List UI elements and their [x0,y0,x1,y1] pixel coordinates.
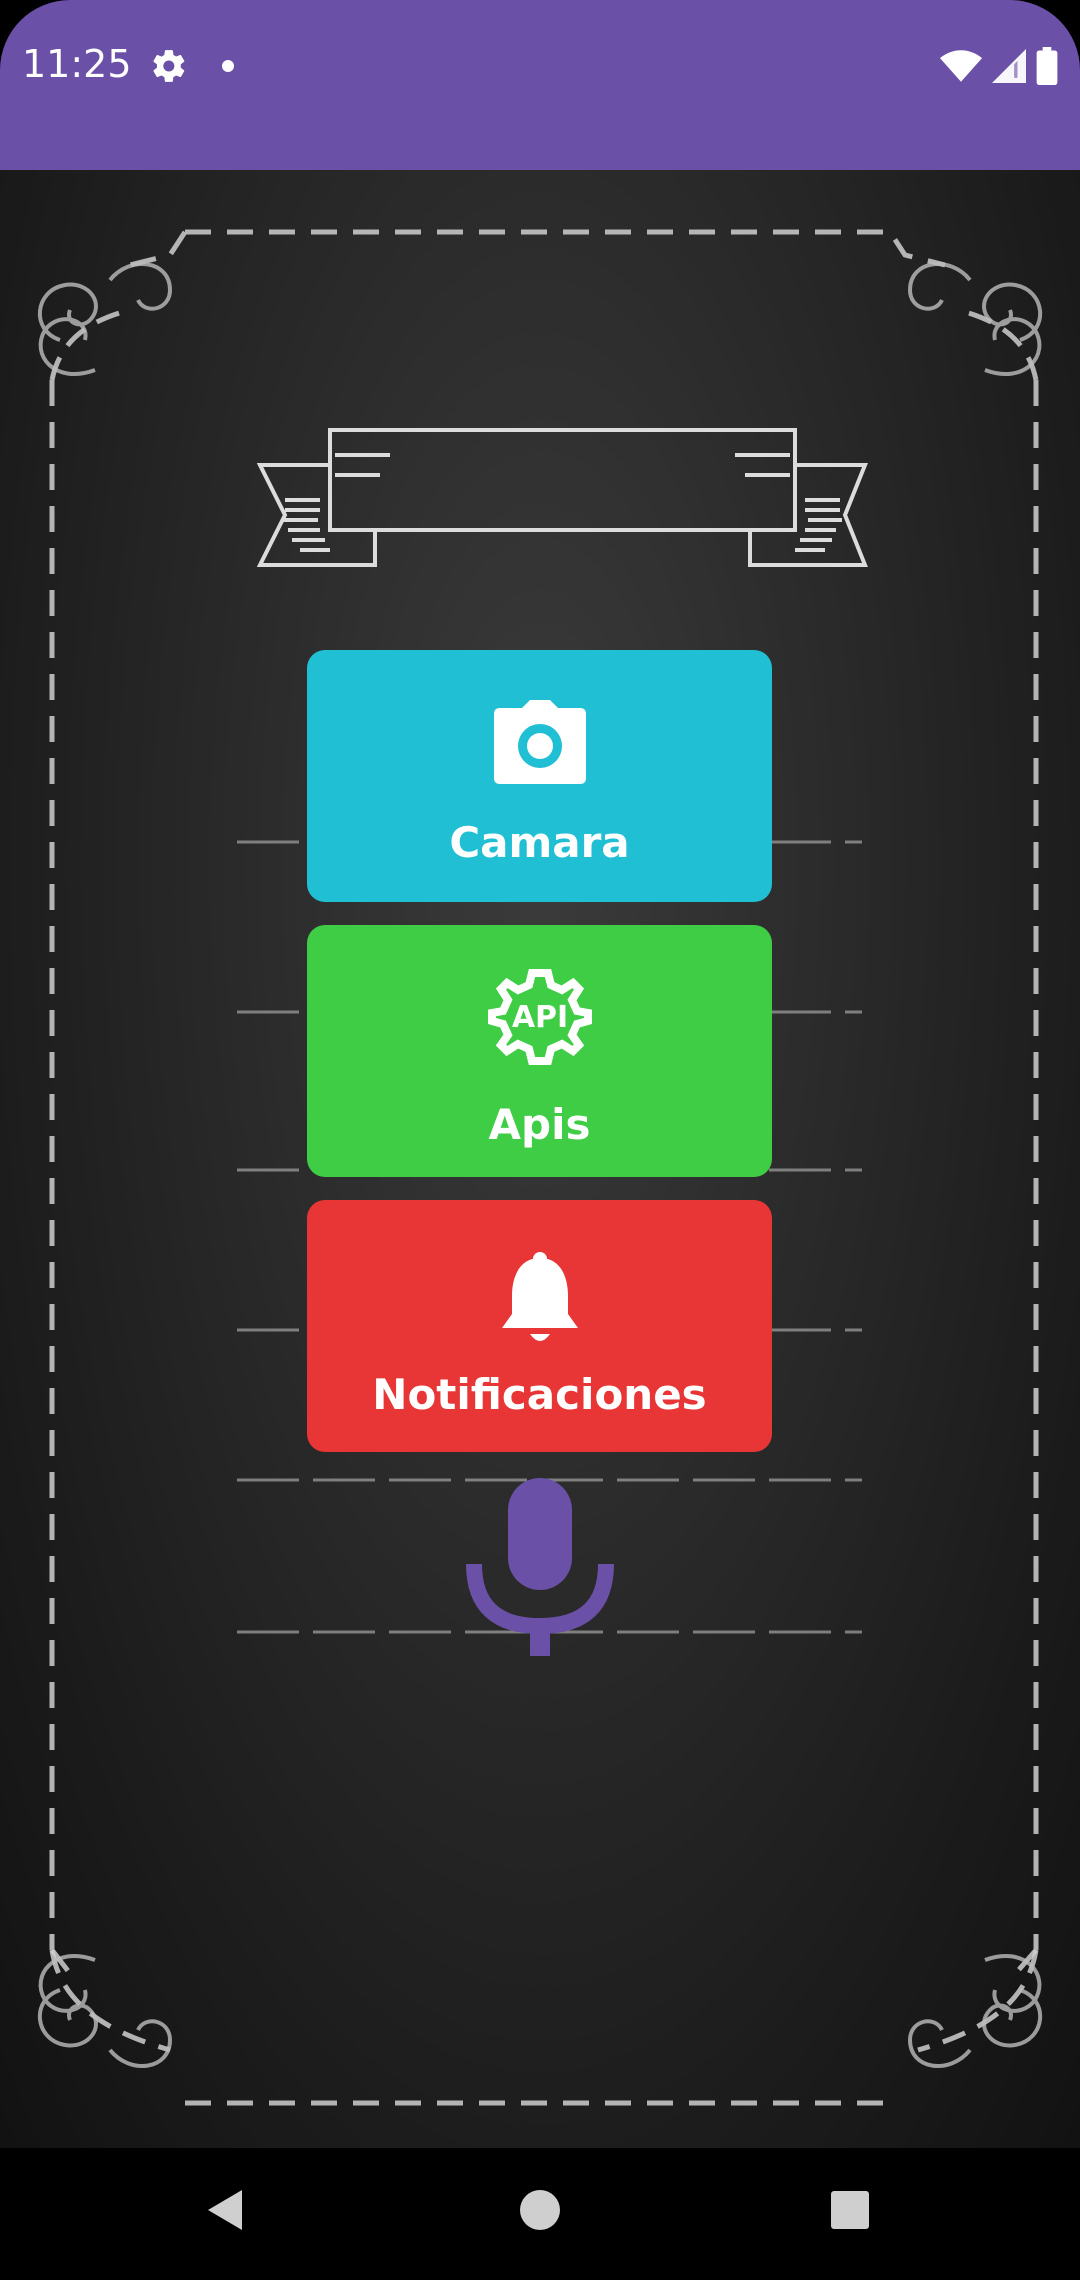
phone-screen: 11:25 Camara API Apis Notificaciones [0,0,1080,2280]
api-gear-icon: API [487,969,592,1065]
home-button[interactable] [508,2178,572,2242]
battery-icon [1036,47,1058,85]
chalkboard-background: Camara API Apis Notificaciones [0,170,1080,2148]
camera-icon [493,700,586,784]
api-icon-text: API [511,1000,567,1035]
notification-dot-icon [222,60,234,72]
back-icon [208,2190,242,2230]
status-bar: 11:25 [0,0,1080,170]
apis-label: Apis [488,1100,591,1149]
navigation-bar [0,2148,1080,2280]
gear-icon [153,50,185,82]
back-button[interactable] [192,2178,256,2242]
microphone-icon[interactable] [466,1478,614,1656]
wifi-icon [940,50,982,82]
bell-icon [501,1252,578,1341]
signal-icon [992,49,1026,83]
status-time: 11:25 [22,42,132,86]
status-icons [940,46,1058,86]
home-icon [520,2190,560,2230]
recents-icon [831,2191,869,2229]
apis-button[interactable]: API Apis [307,925,772,1177]
camara-button[interactable]: Camara [307,650,772,902]
notificaciones-label: Notificaciones [372,1370,707,1419]
notificaciones-button[interactable]: Notificaciones [307,1200,772,1452]
recents-button[interactable] [818,2178,882,2242]
camara-label: Camara [449,818,630,867]
